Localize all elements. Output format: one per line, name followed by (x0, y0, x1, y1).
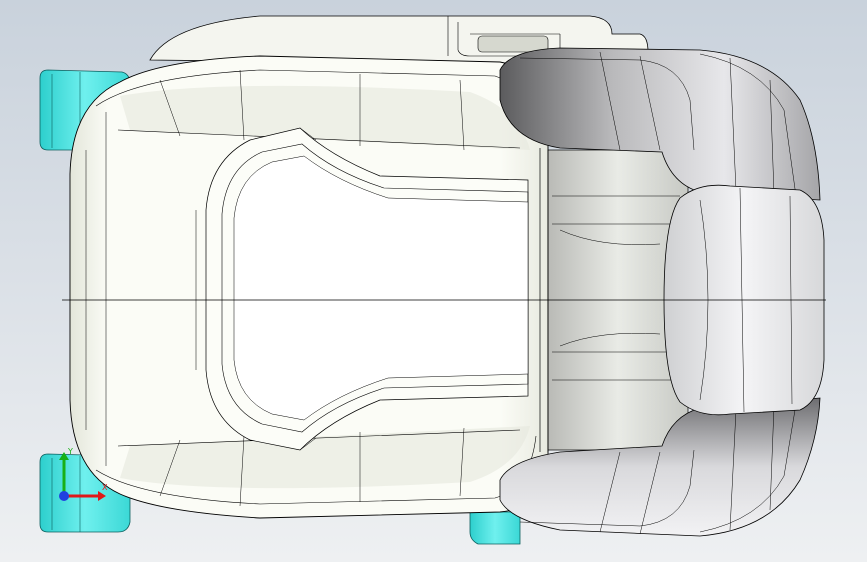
y-axis-label: Y (67, 447, 73, 456)
graphics-viewport[interactable]: X Y (0, 0, 867, 562)
mount-bracket-lower-right[interactable] (469, 511, 521, 545)
x-axis-label: X (102, 483, 108, 492)
orientation-triad: X Y (59, 447, 108, 501)
seat-model[interactable] (0, 0, 867, 562)
x-axis-head (98, 491, 106, 501)
z-axis-dot (59, 491, 69, 501)
